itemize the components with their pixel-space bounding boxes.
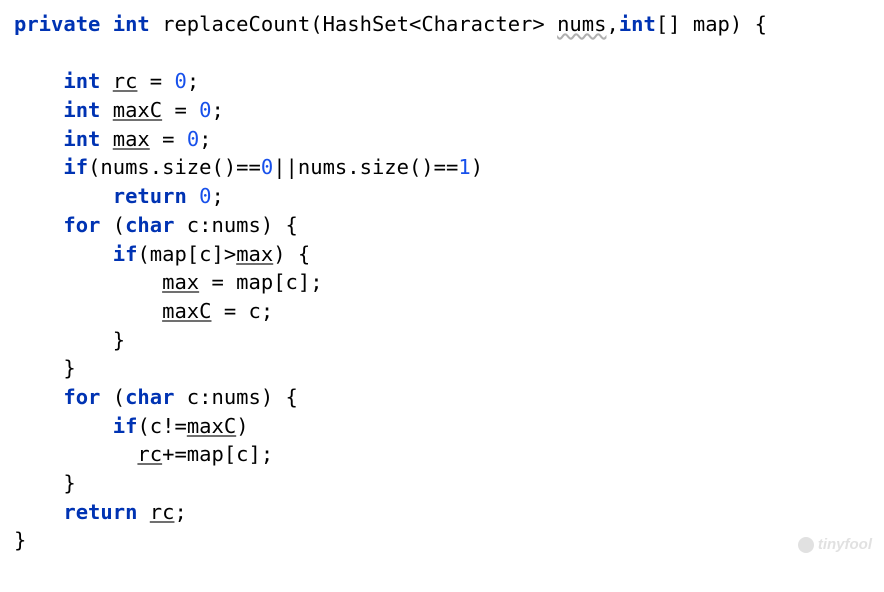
watermark-text: tinyfool bbox=[818, 534, 872, 555]
var-max: max bbox=[113, 127, 150, 151]
keyword-for: for bbox=[63, 385, 100, 409]
keyword-private: private bbox=[14, 12, 100, 36]
var-rc: rc bbox=[150, 500, 175, 524]
globe-icon bbox=[798, 537, 814, 553]
code-block: private int replaceCount(HashSet<Charact… bbox=[14, 10, 870, 555]
param-map: map bbox=[693, 12, 730, 36]
var-rc: rc bbox=[113, 69, 138, 93]
keyword-if: if bbox=[113, 242, 138, 266]
keyword-if: if bbox=[113, 414, 138, 438]
var-max: max bbox=[162, 270, 199, 294]
keyword-return: return bbox=[113, 184, 187, 208]
param-type: HashSet<Character> bbox=[323, 12, 545, 36]
keyword-char: char bbox=[125, 385, 174, 409]
keyword-return: return bbox=[63, 500, 137, 524]
keyword-int: int bbox=[63, 127, 100, 151]
var-rc: rc bbox=[137, 442, 162, 466]
keyword-char: char bbox=[125, 213, 174, 237]
keyword-if: if bbox=[63, 155, 88, 179]
watermark: tinyfool bbox=[798, 534, 872, 555]
keyword-int: int bbox=[63, 98, 100, 122]
method-name: replaceCount bbox=[162, 12, 310, 36]
var-maxc: maxC bbox=[162, 299, 211, 323]
keyword-int: int bbox=[63, 69, 100, 93]
keyword-for: for bbox=[63, 213, 100, 237]
line-1: private int replaceCount(HashSet<Charact… bbox=[14, 12, 767, 36]
keyword-int: int bbox=[113, 12, 150, 36]
param-nums: nums bbox=[557, 12, 606, 36]
var-maxc: maxC bbox=[113, 98, 162, 122]
keyword-int-array: int bbox=[619, 12, 656, 36]
